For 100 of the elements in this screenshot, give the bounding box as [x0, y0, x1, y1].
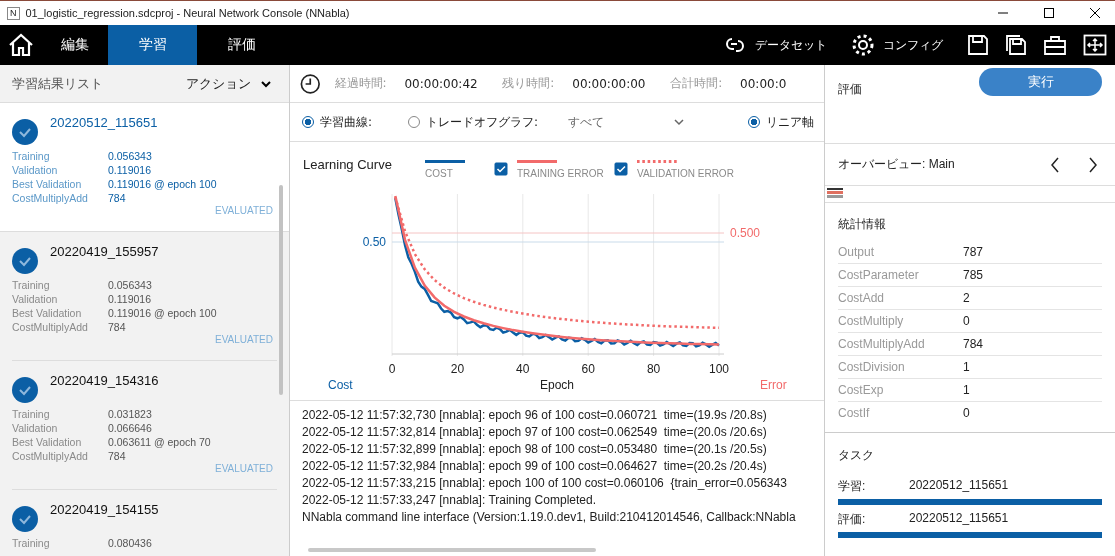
- chevron-left-icon[interactable]: [1050, 156, 1060, 173]
- time-value: 00:00:0: [740, 76, 788, 91]
- metric-value: 0.119016: [108, 292, 151, 306]
- nav-tab[interactable]: 編集: [42, 25, 108, 65]
- x-tick-label: 80: [646, 362, 661, 376]
- axis-label: Error: [760, 378, 787, 392]
- check-icon: [616, 165, 626, 173]
- legend-label: COST: [425, 168, 453, 179]
- stat-label: CostIf: [838, 406, 871, 420]
- legend-checkbox[interactable]: [614, 162, 628, 176]
- settings-icon[interactable]: [851, 33, 875, 57]
- result-item[interactable]: 20220419_154155 Training 0.080436: [12, 490, 277, 556]
- radio-option[interactable]: 学習曲線:: [302, 113, 373, 131]
- metric-label: Training: [12, 536, 51, 550]
- result-item[interactable]: 20220512_115651 Training 0.056343 Validation 0.119016 Best Validation 0.119016 @ epoch 100 CostMultiplyAdd 784 EVALUATED: [0, 103, 289, 232]
- section-title: 統計情報: [837, 216, 887, 233]
- result-item[interactable]: 20220419_155957 Training 0.056343 Validation 0.119016 Best Validation 0.119016 @ epoch 100 CostMultiplyAdd 784 EVALUATED: [12, 232, 277, 361]
- metric-value: 0.119016 @ epoch 100: [108, 177, 217, 191]
- stat-label: CostMultiplyAdd: [838, 337, 926, 351]
- clock-icon: [300, 72, 321, 95]
- metric-label: CostMultiplyAdd: [12, 449, 89, 463]
- legend-label: VALIDATION ERROR: [637, 168, 734, 179]
- metric-value: 784: [108, 191, 126, 205]
- check-circle-icon: [12, 119, 38, 145]
- filter-dropdown[interactable]: すべて: [568, 113, 685, 131]
- scrollbar-thumb[interactable]: [308, 548, 596, 552]
- legend-label: TRAINING ERROR: [517, 168, 604, 179]
- stat-label: CostParameter: [838, 268, 920, 282]
- nav-tab[interactable]: 学習: [108, 25, 197, 65]
- status-label: EVALUATED: [214, 463, 273, 474]
- time-label: 残り時間:: [502, 75, 556, 92]
- chevron-down-icon: [674, 118, 685, 126]
- log-line: 2022-05-12 11:57:33,247 [nnabla]: Training Completed.: [302, 492, 597, 509]
- stat-value: 787: [963, 245, 984, 259]
- stat-label: CostMultiply: [838, 314, 905, 328]
- x-tick-label: 20: [450, 362, 465, 376]
- task-value: 20220512_115651: [909, 478, 1009, 494]
- result-name: 20220512_115651: [50, 115, 158, 130]
- panel-title: 学習結果リスト: [12, 74, 103, 93]
- window-title: 01_logistic_regression.sdcproj - Neural Network Console (NNabla): [25, 7, 350, 19]
- metric-label: Best Validation: [12, 435, 83, 449]
- stat-label: CostExp: [838, 383, 885, 397]
- metric-value: 0.063611 @ epoch 70: [108, 435, 211, 449]
- stat-value: 784: [963, 337, 984, 351]
- stat-value: 1: [963, 360, 970, 374]
- legend-checkbox[interactable]: [494, 162, 508, 176]
- log-line: 2022-05-12 11:57:32,814 [nnabla]: epoch 97 of 100 cost=0.062549 time=(20.0s /20.6s): [302, 424, 768, 441]
- task-label: 学習:: [838, 478, 867, 495]
- stat-value: 785: [963, 268, 984, 282]
- stat-value: 1: [963, 383, 970, 397]
- cost-tick-label: 0.50: [362, 235, 386, 249]
- home-icon[interactable]: [8, 33, 34, 57]
- metric-label: Best Validation: [12, 177, 83, 191]
- metric-value: 0.119016: [108, 163, 151, 177]
- save-as-icon[interactable]: [1005, 34, 1027, 56]
- metric-value: 0.056343: [108, 149, 152, 163]
- status-label: EVALUATED: [214, 334, 273, 345]
- maximize-icon[interactable]: [1043, 7, 1055, 19]
- section-title: タスク: [837, 447, 875, 464]
- scrollbar-thumb[interactable]: [279, 185, 283, 395]
- radio-button[interactable]: [748, 116, 760, 128]
- config-button[interactable]: コンフィグ: [883, 36, 943, 54]
- dataset-button[interactable]: データセット: [755, 36, 827, 54]
- metric-label: Validation: [12, 292, 59, 306]
- axis-label: Cost: [328, 378, 353, 392]
- stat-value: 2: [963, 291, 970, 305]
- fit-view-icon[interactable]: [1083, 34, 1107, 56]
- log-line: 2022-05-12 11:57:32,899 [nnabla]: epoch 98 of 100 cost=0.053480 time=(20.1s /20.5s): [302, 441, 768, 458]
- result-item[interactable]: 20220419_154316 Training 0.031823 Validation 0.066646 Best Validation 0.063611 @ epoch 70 CostMultiplyAdd 784 EVALUATED: [12, 361, 277, 490]
- close-icon[interactable]: [1089, 7, 1101, 19]
- check-circle-icon: [12, 506, 38, 532]
- result-name: 20220419_154155: [50, 502, 159, 517]
- toolbox-icon[interactable]: [1043, 34, 1067, 56]
- metric-label: CostMultiplyAdd: [12, 191, 89, 205]
- axis-label: Epoch: [540, 378, 574, 392]
- radio-label: 学習曲線:: [320, 113, 373, 131]
- radio-option[interactable]: リニア軸: [748, 113, 814, 131]
- chevron-right-icon[interactable]: [1088, 156, 1098, 173]
- log-line: 2022-05-12 11:57:32,984 [nnabla]: epoch 99 of 100 cost=0.064627 time=(20.2s /20.4s): [302, 458, 768, 475]
- nav-tab[interactable]: 評価: [197, 25, 286, 65]
- radio-button[interactable]: [408, 116, 421, 128]
- metric-label: CostMultiplyAdd: [12, 320, 89, 334]
- status-label: EVALUATED: [214, 205, 273, 216]
- log-line: 2022-05-12 11:57:33,215 [nnabla]: epoch 100 of 100 cost=0.060106 {train_error=0.056343: [302, 475, 788, 492]
- time-label: 経過時間:: [334, 75, 388, 92]
- metric-value: 784: [108, 449, 126, 463]
- radio-button[interactable]: [302, 116, 314, 128]
- time-value: 00:00:00:00: [572, 76, 647, 91]
- metric-label: Training: [12, 278, 51, 292]
- metric-value: 0.119016 @ epoch 100: [108, 306, 217, 320]
- log-line: 2022-05-12 11:57:32,730 [nnabla]: epoch 96 of 100 cost=0.060721 time=(19.9s /20.8s): [302, 407, 768, 424]
- action-dropdown[interactable]: アクション: [180, 73, 277, 94]
- chevron-down-icon: [261, 79, 271, 88]
- stat-value: 0: [963, 314, 970, 328]
- log-line: NNabla command line interface (Version:1.19.0.dev1, Build:210412014546, Callback:NNabla: [302, 509, 797, 526]
- metric-label: Training: [12, 407, 51, 421]
- network-thumbnail: [827, 188, 843, 198]
- run-button[interactable]: 実行: [979, 68, 1102, 96]
- metric-label: Best Validation: [12, 306, 83, 320]
- save-icon[interactable]: [967, 34, 989, 56]
